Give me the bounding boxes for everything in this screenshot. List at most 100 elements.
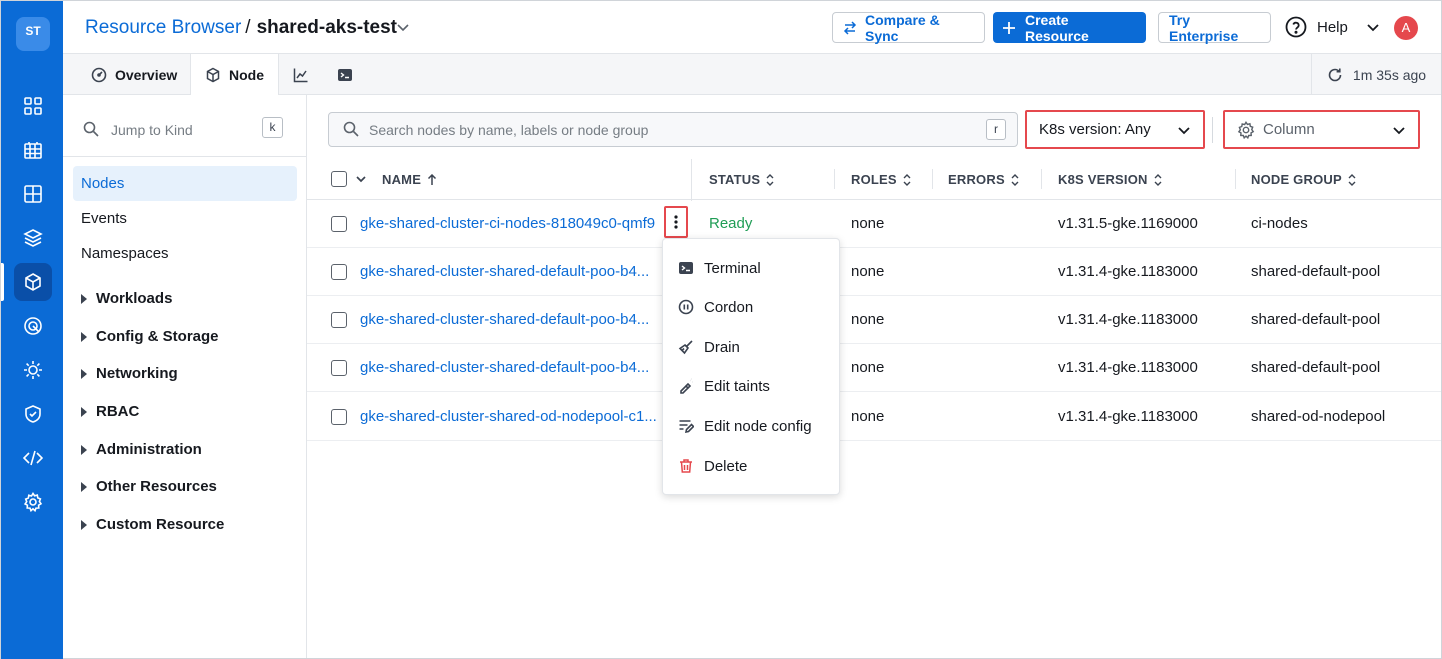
cluster-name[interactable]: shared-aks-test — [257, 17, 397, 38]
compare-sync-button[interactable]: Compare & Sync — [832, 12, 985, 44]
expand-caret-icon — [81, 368, 87, 379]
menu-item-delete[interactable]: Delete — [663, 449, 839, 483]
help-circle-icon — [1285, 16, 1307, 38]
row-checkbox[interactable] — [331, 409, 347, 425]
help-menu[interactable]: Help — [1285, 16, 1380, 38]
node-name-link[interactable]: gke-shared-cluster-ci-nodes-818049c0-qmf… — [360, 215, 655, 232]
sidebar-group-other-resources[interactable]: Other Resources — [81, 478, 217, 495]
menu-item-edit-node-config[interactable]: Edit node config — [663, 409, 839, 443]
tab-overview[interactable]: Overview — [77, 54, 191, 95]
sort-icon — [1154, 173, 1162, 186]
sort-ascending-icon — [427, 173, 437, 186]
row-checkbox[interactable] — [331, 360, 347, 376]
expand-caret-icon — [81, 444, 87, 455]
expand-caret-icon — [81, 406, 87, 417]
table-row[interactable]: gke-shared-cluster-shared-default-poo-b4… — [307, 296, 1441, 344]
refresh-button[interactable]: 1m 35s ago — [1311, 54, 1441, 95]
bug-icon[interactable] — [14, 351, 52, 389]
node-roles: none — [851, 359, 885, 376]
k8s-version-filter[interactable]: K8s version: Any — [1025, 110, 1205, 149]
row-checkbox[interactable] — [331, 264, 347, 280]
select-all-checkbox[interactable] — [331, 171, 347, 187]
column-header-name[interactable]: NAME — [382, 172, 437, 187]
name-column-divider — [691, 159, 692, 201]
try-enterprise-button[interactable]: Try Enterprise — [1158, 12, 1271, 44]
column-header-errors[interactable]: ERRORS — [948, 172, 1019, 187]
chevron-down-icon — [1392, 123, 1406, 137]
node-name-link[interactable]: gke-shared-cluster-shared-default-poo-b4… — [360, 263, 649, 280]
column-header-roles[interactable]: ROLES — [851, 172, 911, 187]
menu-item-drain[interactable]: Drain — [663, 330, 839, 364]
column-header-k8s-version[interactable]: K8S VERSION — [1058, 172, 1162, 187]
node-group: shared-default-pool — [1251, 359, 1381, 376]
sidebar-item-namespaces[interactable]: Namespaces — [73, 236, 297, 271]
column-header-status[interactable]: STATUS — [709, 172, 774, 187]
table-row[interactable]: gke-shared-cluster-shared-default-poo-b4… — [307, 344, 1441, 392]
table-row[interactable]: gke-shared-cluster-shared-od-nodepool-c1… — [307, 393, 1441, 441]
shield-icon[interactable] — [14, 395, 52, 433]
column-header-node-group[interactable]: NODE GROUP — [1251, 172, 1356, 187]
tab-node[interactable]: Node — [190, 54, 279, 96]
menu-item-cordon[interactable]: Cordon — [663, 290, 839, 324]
menu-item-edit-taints[interactable]: Edit taints — [663, 369, 839, 403]
row-actions-kebab-button[interactable] — [664, 206, 688, 238]
cluster-dropdown-chevron-icon[interactable] — [395, 19, 411, 41]
bulk-select-chevron-icon[interactable] — [355, 173, 367, 185]
refresh-icon — [1327, 67, 1343, 83]
menu-item-terminal[interactable]: Terminal — [663, 251, 839, 285]
row-checkbox[interactable] — [331, 216, 347, 232]
node-name-link[interactable]: gke-shared-cluster-shared-od-nodepool-c1… — [360, 408, 657, 425]
stack-icon[interactable] — [14, 219, 52, 257]
jump-to-kind-input[interactable]: Jump to Kind k — [63, 95, 306, 157]
search-shortcut-key: r — [986, 119, 1006, 140]
sidebar-group-networking[interactable]: Networking — [81, 365, 178, 382]
last-refresh-text: 1m 35s ago — [1352, 66, 1427, 83]
spray-icon — [678, 378, 694, 394]
kind-sidebar: Jump to Kind k Nodes Events Namespaces W… — [63, 95, 307, 658]
chart-line-icon — [293, 67, 309, 83]
user-avatar[interactable]: A — [1394, 16, 1418, 40]
more-vertical-icon — [674, 215, 678, 229]
row-actions-menu: Terminal Cordon Drain Edit taints Edit n… — [662, 238, 840, 495]
sidebar-item-nodes[interactable]: Nodes — [73, 166, 297, 201]
dashboard-icon[interactable] — [14, 87, 52, 125]
target-icon[interactable] — [14, 307, 52, 345]
code-icon[interactable] — [14, 439, 52, 477]
grid-icon[interactable] — [14, 175, 52, 213]
table-header: NAME STATUS ROLES ERRORS K8S VERSION NOD… — [307, 159, 1441, 200]
node-group: ci-nodes — [1251, 215, 1308, 232]
table-row[interactable]: gke-shared-cluster-ci-nodes-818049c0-qmf… — [307, 200, 1441, 248]
sidebar-group-workloads[interactable]: Workloads — [81, 290, 172, 307]
chevron-down-icon — [1177, 123, 1191, 137]
app-logo[interactable]: ST — [16, 17, 50, 51]
sidebar-group-config-storage[interactable]: Config & Storage — [81, 328, 219, 345]
sidebar-group-administration[interactable]: Administration — [81, 441, 202, 458]
node-status: Ready — [709, 215, 753, 232]
sidebar-group-rbac[interactable]: RBAC — [81, 403, 139, 420]
column-divider — [1041, 169, 1042, 189]
sidebar-group-custom-resource[interactable]: Custom Resource — [81, 516, 224, 533]
column-selector[interactable]: Column — [1223, 110, 1420, 149]
column-divider — [1235, 169, 1236, 189]
pause-circle-icon — [678, 299, 694, 315]
tab-terminal[interactable] — [323, 54, 375, 95]
node-name-link[interactable]: gke-shared-cluster-shared-default-poo-b4… — [360, 359, 649, 376]
breadcrumb-root-link[interactable]: Resource Browser — [85, 17, 241, 38]
gear-icon[interactable] — [14, 483, 52, 521]
cube-icon — [205, 67, 221, 83]
table-row[interactable]: gke-shared-cluster-shared-default-poo-b4… — [307, 248, 1441, 296]
node-roles: none — [851, 408, 885, 425]
sidebar-item-events[interactable]: Events — [73, 201, 297, 236]
expand-caret-icon — [81, 293, 87, 304]
left-nav-rail: ST — [1, 1, 63, 659]
row-checkbox[interactable] — [331, 312, 347, 328]
sort-icon — [903, 173, 911, 186]
node-name-link[interactable]: gke-shared-cluster-shared-default-poo-b4… — [360, 311, 649, 328]
create-resource-button[interactable]: Create Resource — [993, 12, 1146, 44]
apps-icon[interactable] — [14, 131, 52, 169]
breadcrumb: Resource Browser / shared-aks-test — [85, 17, 409, 39]
node-search-input[interactable]: Search nodes by name, labels or node gro… — [328, 112, 1018, 147]
cube-icon[interactable] — [14, 263, 52, 301]
search-icon — [343, 121, 359, 137]
terminal-icon — [678, 260, 694, 276]
